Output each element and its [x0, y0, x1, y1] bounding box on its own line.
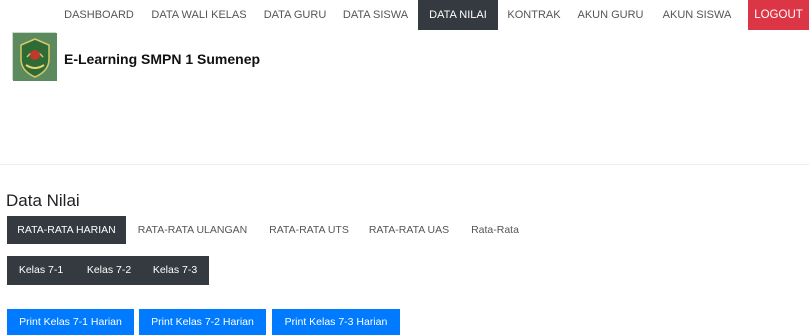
- tab-rata-rata[interactable]: Rata-Rata: [462, 216, 528, 244]
- nav-kontrak[interactable]: KONTRAK: [499, 0, 569, 30]
- kelas-7-3[interactable]: Kelas 7-3: [144, 256, 206, 285]
- nav-data-siswa[interactable]: DATA SISWA: [335, 0, 416, 30]
- tab-rata-rata-uas[interactable]: RATA-RATA UAS: [362, 216, 456, 244]
- page-title: Data Nilai: [6, 191, 80, 210]
- logout-button[interactable]: LOGOUT: [748, 0, 809, 30]
- divider: [0, 164, 809, 165]
- tab-rata-rata-uts[interactable]: RATA-RATA UTS: [262, 216, 356, 244]
- print-kelas-7-2-button[interactable]: Print Kelas 7-2 Harian: [139, 309, 266, 335]
- nav-dashboard[interactable]: DASHBOARD: [56, 0, 142, 30]
- tab-rata-rata-harian[interactable]: RATA-RATA HARIAN: [7, 216, 126, 244]
- nav-data-nilai[interactable]: DATA NILAI: [418, 0, 498, 30]
- nav-data-guru[interactable]: DATA GURU: [255, 0, 335, 30]
- top-navbar: DASHBOARD DATA WALI KELAS DATA GURU DATA…: [0, 0, 809, 30]
- nav-akun-siswa[interactable]: AKUN SISWA: [652, 0, 742, 30]
- site-title: E-Learning SMPN 1 Sumenep: [64, 51, 261, 67]
- kelas-selector: Kelas 7-1 Kelas 7-2 Kelas 7-3: [7, 256, 209, 285]
- print-kelas-7-1-button[interactable]: Print Kelas 7-1 Harian: [7, 309, 134, 335]
- tab-rata-rata-ulangan[interactable]: RATA-RATA ULANGAN: [130, 216, 255, 244]
- kelas-7-2[interactable]: Kelas 7-2: [77, 256, 141, 285]
- nav-data-wali-kelas[interactable]: DATA WALI KELAS: [143, 0, 255, 30]
- kelas-7-1[interactable]: Kelas 7-1: [9, 256, 73, 285]
- school-emblem-icon: [12, 32, 57, 81]
- nav-akun-guru[interactable]: AKUN GURU: [569, 0, 652, 30]
- print-kelas-7-3-button[interactable]: Print Kelas 7-3 Harian: [272, 309, 400, 335]
